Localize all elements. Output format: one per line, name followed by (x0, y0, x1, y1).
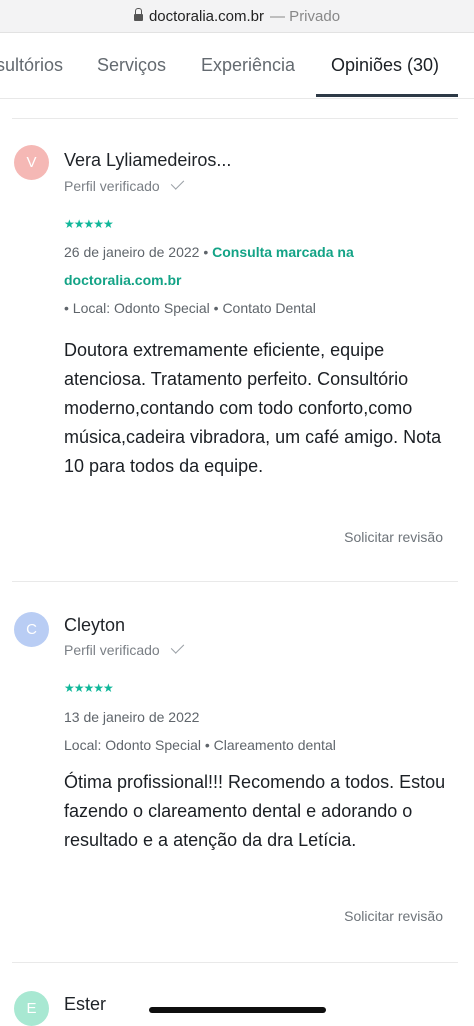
divider (12, 118, 458, 119)
active-tab-indicator (316, 94, 458, 97)
review-date: 13 de janeiro de 2022 (64, 709, 200, 725)
tab-consultorios[interactable]: sultórios (0, 55, 63, 76)
tab-experiencia[interactable]: Experiência (201, 55, 295, 76)
reviewer-name[interactable]: Cleyton (64, 615, 125, 636)
review-date: 26 de janeiro de 2022 (64, 244, 200, 260)
request-revision-link[interactable]: Solicitar revisão (344, 529, 443, 545)
review-location: Local: Odonto Special • Clareamento dent… (64, 737, 336, 753)
avatar: C (14, 612, 49, 647)
review-meta: 26 de janeiro de 2022 • Consulta marcada… (64, 238, 354, 322)
profile-tabs: sultórios Serviços Experiência Opiniões … (0, 32, 474, 99)
star-rating: ★★★★★ (64, 681, 114, 695)
booked-label-line1: Consulta marcada na (212, 244, 354, 260)
divider (12, 962, 458, 963)
tab-opinioes[interactable]: Opiniões (30) (331, 55, 439, 76)
check-icon (170, 640, 184, 654)
home-indicator[interactable] (149, 1007, 326, 1013)
address-bar[interactable]: doctoralia.com.br — Privado (0, 0, 474, 33)
request-revision-link[interactable]: Solicitar revisão (344, 908, 443, 924)
divider (12, 581, 458, 582)
private-mode-label: — Privado (270, 7, 341, 25)
check-icon (170, 176, 184, 190)
bullet: • (203, 244, 209, 260)
avatar: E (14, 991, 49, 1026)
review-text: Doutora extremamente eficiente, equipe a… (64, 340, 442, 476)
tab-servicos[interactable]: Serviços (97, 55, 166, 76)
review-text: Ótima profissional!!! Recomendo a todos.… (64, 772, 446, 850)
url-domain: doctoralia.com.br (148, 7, 265, 25)
review-meta: 13 de janeiro de 2022 Local: Odonto Spec… (64, 703, 336, 759)
lock-icon (133, 8, 143, 22)
verified-profile: Perfil verificado (64, 640, 184, 658)
booked-label-line2[interactable]: doctoralia.com.br (64, 272, 181, 288)
reviewer-name[interactable]: Vera Lyliamedeiros... (64, 150, 231, 171)
avatar: V (14, 145, 49, 180)
review-location: • Local: Odonto Special • Contato Dental (64, 300, 316, 316)
star-rating: ★★★★★ (64, 217, 114, 231)
reviewer-name[interactable]: Ester (64, 994, 106, 1015)
verified-profile: Perfil verificado (64, 176, 184, 194)
